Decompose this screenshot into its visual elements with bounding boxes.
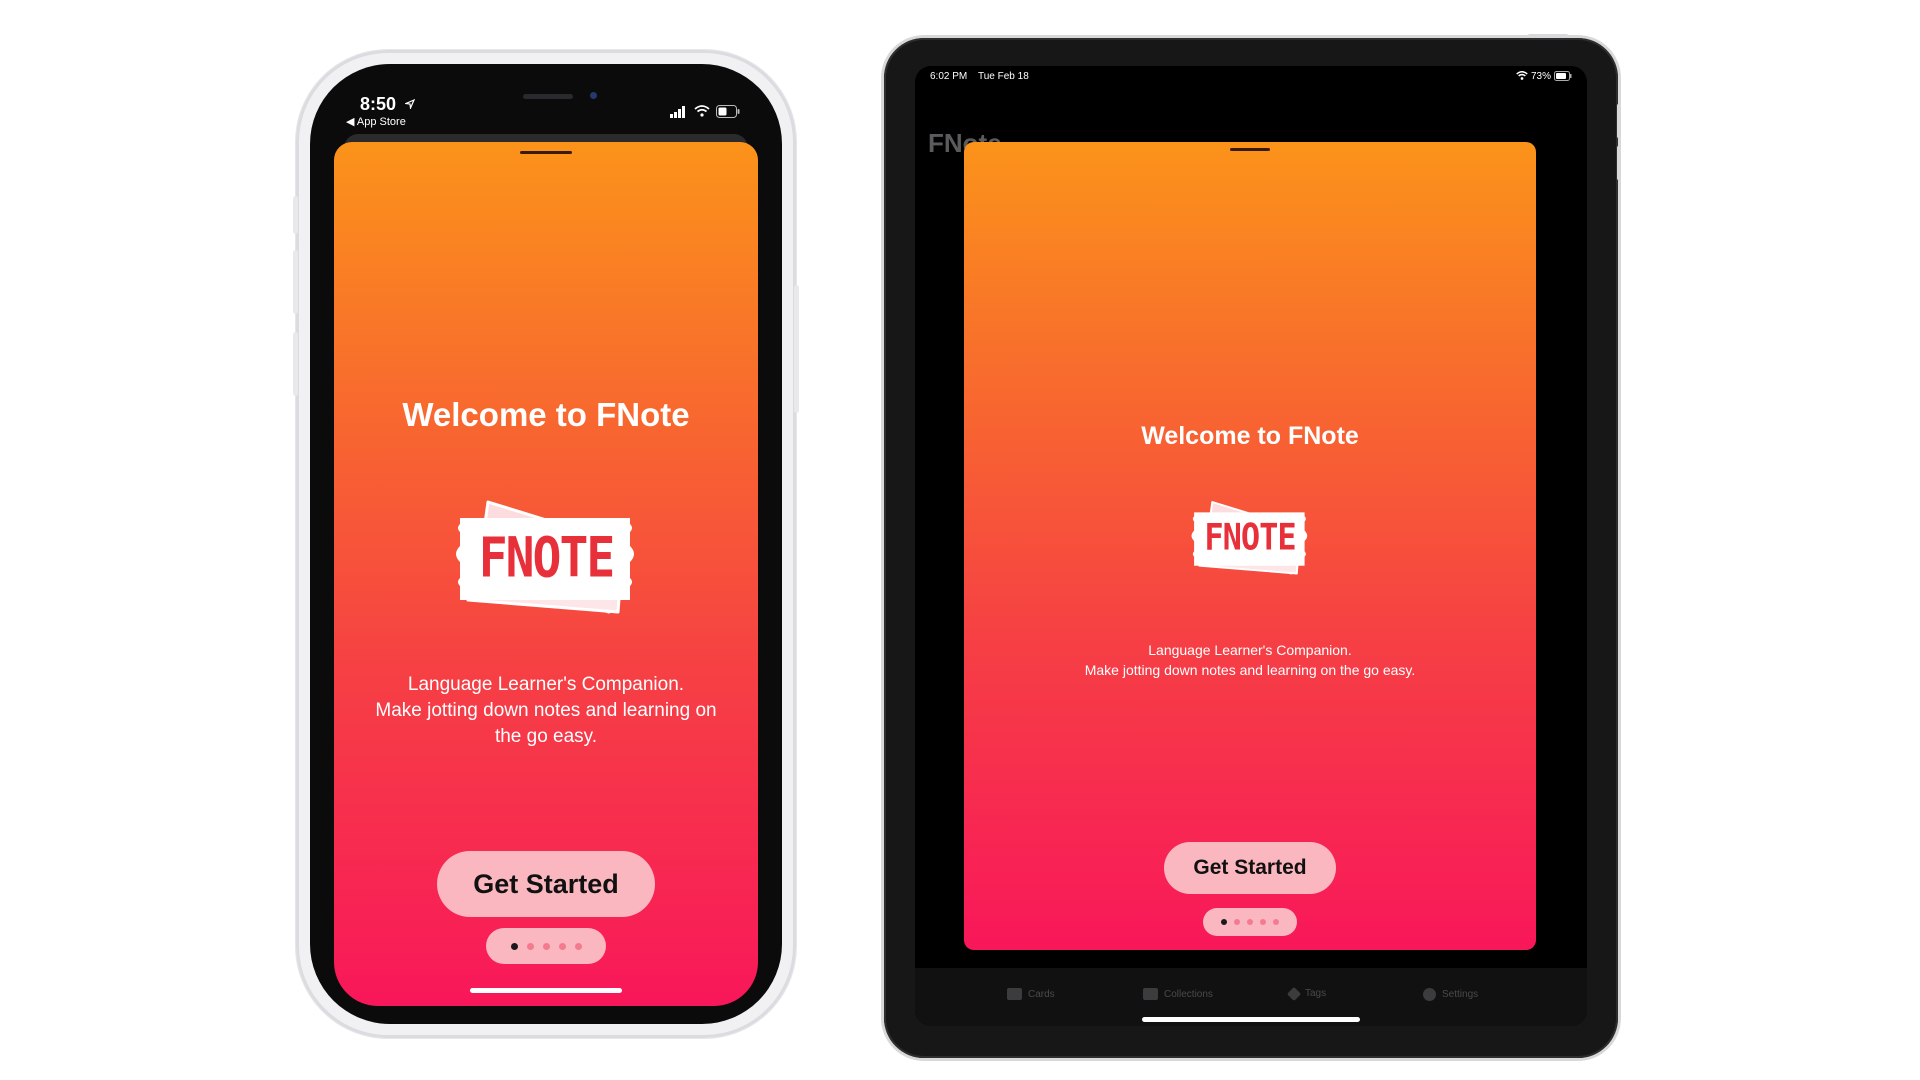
welcome-title: Welcome to FNote <box>402 396 690 433</box>
description-text: Make jotting down notes and learning on … <box>375 700 717 747</box>
phone-volume-down <box>293 332 298 396</box>
get-started-button[interactable]: Get Started <box>437 851 655 917</box>
tablet-status-time: 6:02 PM <box>930 71 968 82</box>
front-camera <box>590 92 597 99</box>
phone-side-button <box>293 196 298 234</box>
tablet-home-indicator[interactable] <box>1142 1017 1360 1022</box>
tablet-volume-button-2 <box>1617 146 1620 180</box>
home-indicator[interactable] <box>470 988 622 993</box>
page-dot-1[interactable] <box>510 942 518 950</box>
tablet-page-dot-3[interactable] <box>1247 919 1253 925</box>
collections-icon <box>1143 988 1158 1000</box>
tablet-battery-percent: 73% <box>1531 71 1552 82</box>
tab-tags[interactable]: Tags <box>1286 986 1327 1001</box>
tablet-onboarding-sheet: Welcome to FNote FNOTE Language Learner'… <box>964 142 1536 950</box>
tablet-page-dot-5[interactable] <box>1273 919 1279 925</box>
onboarding-description: Language Learner's Companion. Make jotti… <box>360 672 732 750</box>
fnote-logo: FNOTE <box>446 482 646 642</box>
tablet-page-indicator[interactable] <box>1203 908 1297 936</box>
battery-icon <box>716 105 740 118</box>
tablet-page-dot-4[interactable] <box>1260 919 1266 925</box>
tablet-fnote-logo: FNOTE <box>1185 486 1315 596</box>
tablet-description-text: Make jotting down notes and learning on … <box>1084 662 1416 678</box>
phone-power-button <box>794 285 799 413</box>
page-dot-3[interactable] <box>542 942 550 950</box>
tab-label: Settings <box>1442 989 1479 1000</box>
tablet-get-started-button[interactable]: Get Started <box>1164 842 1336 894</box>
tablet-onboarding-description: Language Learner's Companion. Make jotti… <box>964 640 1536 680</box>
page-dot-2[interactable] <box>526 942 534 950</box>
tab-label: Collections <box>1164 988 1213 1000</box>
speaker-grille <box>523 94 573 99</box>
page-indicator[interactable] <box>486 928 606 964</box>
tagline-text: Language Learner's Companion. <box>407 674 685 695</box>
tablet-top-button <box>1528 34 1568 37</box>
tab-collections[interactable]: Collections <box>1143 988 1213 1000</box>
wifi-icon <box>694 105 710 117</box>
tablet-wifi-icon <box>1516 71 1528 80</box>
tablet-page-dot-1[interactable] <box>1221 919 1227 925</box>
page-dot-4[interactable] <box>558 942 566 950</box>
status-time: 8:50 <box>360 94 397 114</box>
cards-icon <box>1007 988 1022 1000</box>
tablet-tagline-text: Language Learner's Companion. <box>1148 642 1352 658</box>
tablet-status-date: Tue Feb 18 <box>978 71 1029 82</box>
settings-icon <box>1423 988 1436 1001</box>
back-to-app-store-link[interactable]: ◀ App Store <box>346 115 406 128</box>
tab-cards[interactable]: Cards <box>1007 988 1055 1000</box>
signal-icon <box>670 106 685 118</box>
tab-label: Tags <box>1305 988 1327 999</box>
sheet-grabber[interactable] <box>520 151 572 154</box>
tablet-welcome-title: Welcome to FNote <box>1141 422 1359 450</box>
tag-icon <box>1286 986 1302 1001</box>
tablet-battery-icon <box>1554 71 1572 81</box>
location-arrow-icon <box>405 99 415 109</box>
tablet-volume-button <box>1617 104 1620 138</box>
tablet-sheet-grabber[interactable] <box>1230 148 1270 151</box>
tablet-logo-text: FNOTE <box>1204 515 1296 559</box>
logo-text: FNOTE <box>478 525 616 591</box>
onboarding-sheet: Welcome to FNote FNOTE Language Learner'… <box>334 142 758 1006</box>
page-dot-5[interactable] <box>574 942 582 950</box>
tablet-page-dot-2[interactable] <box>1234 919 1240 925</box>
phone-volume-up <box>293 250 298 314</box>
tab-settings[interactable]: Settings <box>1423 988 1478 1001</box>
tab-label: Cards <box>1028 988 1055 1000</box>
